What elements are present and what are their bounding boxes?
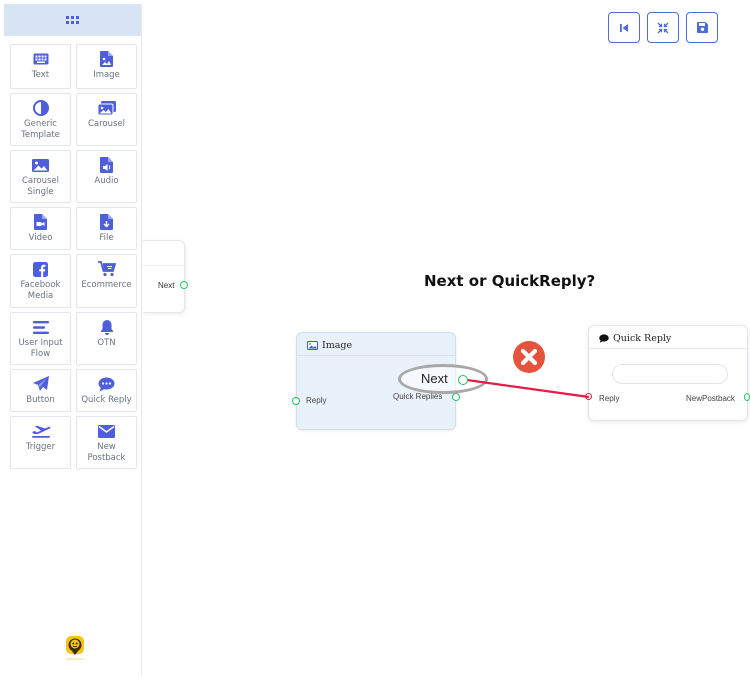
picture-icon <box>32 157 49 173</box>
compress-icon <box>657 22 669 33</box>
new-postback-port-label: NewPostback <box>686 394 735 403</box>
next-port[interactable] <box>180 281 188 289</box>
quick-replies-port[interactable] <box>452 393 460 401</box>
tile-quick-reply[interactable]: Quick Reply <box>76 369 137 412</box>
tile-label: Carousel <box>87 119 126 129</box>
quick-reply-reply-port[interactable] <box>585 393 592 400</box>
canvas-toolbar <box>608 12 718 43</box>
quick-reply-node[interactable]: Quick Reply Reply NewPostback <box>588 325 748 421</box>
quick-reply-input[interactable] <box>612 364 728 384</box>
tile-carousel-single[interactable]: Carousel Single <box>10 150 71 203</box>
tile-otn[interactable]: OTN <box>76 312 137 365</box>
tile-text[interactable]: Text <box>10 44 71 89</box>
tile-generic-template[interactable]: Generic Template <box>10 93 71 146</box>
tile-label: Generic Template <box>21 119 60 140</box>
keyboard-icon <box>33 51 49 67</box>
node-divider <box>589 348 747 349</box>
question-heading: Next or QuickReply? <box>424 272 596 290</box>
envelope-icon <box>98 423 115 439</box>
tile-label: Video <box>28 233 53 243</box>
next-port[interactable] <box>458 375 468 385</box>
node-title: Quick Reply <box>599 333 671 344</box>
node-title-text: Quick Reply <box>613 333 672 344</box>
cart-icon <box>97 261 116 277</box>
audio-file-icon <box>100 157 113 173</box>
tile-label: User Input Flow <box>18 338 63 359</box>
tile-video[interactable]: Video <box>10 207 71 250</box>
error-x-icon <box>512 340 546 374</box>
tile-label: Text <box>31 70 50 80</box>
sidebar: Text Image Generic Template Carousel Car… <box>4 4 142 676</box>
tile-label: Button <box>26 395 55 405</box>
tile-audio[interactable]: Audio <box>76 150 137 203</box>
next-port-label: Next <box>421 371 448 386</box>
skip-back-icon <box>620 23 628 32</box>
component-palette: Text Image Generic Template Carousel Car… <box>10 44 138 469</box>
tile-label: OTN <box>97 338 116 348</box>
node-title: Image <box>307 340 352 351</box>
node-title-text: Image <box>322 340 353 351</box>
video-file-icon <box>34 214 47 230</box>
tile-image[interactable]: Image <box>76 44 137 89</box>
tile-ecommerce[interactable]: Ecommerce <box>76 254 137 308</box>
tile-label: Audio <box>94 176 119 186</box>
send-icon <box>32 376 49 392</box>
node-divider <box>143 265 184 266</box>
chat-bubble-icon <box>98 376 115 392</box>
skip-back-button[interactable] <box>608 12 640 43</box>
partial-flow-node[interactable]: Next <box>143 240 188 313</box>
save-button[interactable] <box>686 12 718 43</box>
reply-port-label: Reply <box>599 394 620 403</box>
tile-label: Ecommerce <box>81 280 132 290</box>
tile-facebook-media[interactable]: Facebook Media <box>10 254 71 308</box>
new-postback-port[interactable] <box>744 393 750 401</box>
half-circle-icon <box>32 100 49 116</box>
reply-port-label: Reply <box>306 396 327 405</box>
sidebar-header[interactable] <box>4 4 141 36</box>
tile-label: Image <box>93 70 120 80</box>
tile-user-input-flow[interactable]: User Input Flow <box>10 312 71 365</box>
download-file-icon <box>100 214 113 230</box>
tile-trigger[interactable]: Trigger <box>10 416 71 469</box>
tile-label: New Postback <box>87 442 126 463</box>
tile-new-postback[interactable]: New Postback <box>76 416 137 469</box>
fit-view-button[interactable] <box>647 12 679 43</box>
comment-icon <box>599 334 609 343</box>
tile-file[interactable]: File <box>76 207 137 250</box>
tile-carousel[interactable]: Carousel <box>76 93 137 146</box>
image-icon <box>307 341 318 350</box>
lines-icon <box>32 319 49 335</box>
grid-icon <box>66 16 79 24</box>
tile-label: Carousel Single <box>21 176 60 197</box>
tile-label: Trigger <box>25 442 56 452</box>
plane-icon <box>31 423 51 439</box>
floppy-icon <box>696 22 708 33</box>
bot-logo-icon[interactable] <box>62 632 88 662</box>
tile-label: File <box>99 233 114 243</box>
next-port-label: Next <box>158 281 175 290</box>
tile-button[interactable]: Button <box>10 369 71 412</box>
image-reply-port[interactable] <box>292 397 300 405</box>
node-divider <box>297 355 455 356</box>
tile-label: Facebook Media <box>20 280 61 301</box>
facebook-icon <box>33 261 48 277</box>
bell-icon <box>100 319 114 335</box>
image-file-icon <box>100 51 113 67</box>
tile-label: Quick Reply <box>81 395 132 405</box>
images-icon <box>97 100 116 116</box>
